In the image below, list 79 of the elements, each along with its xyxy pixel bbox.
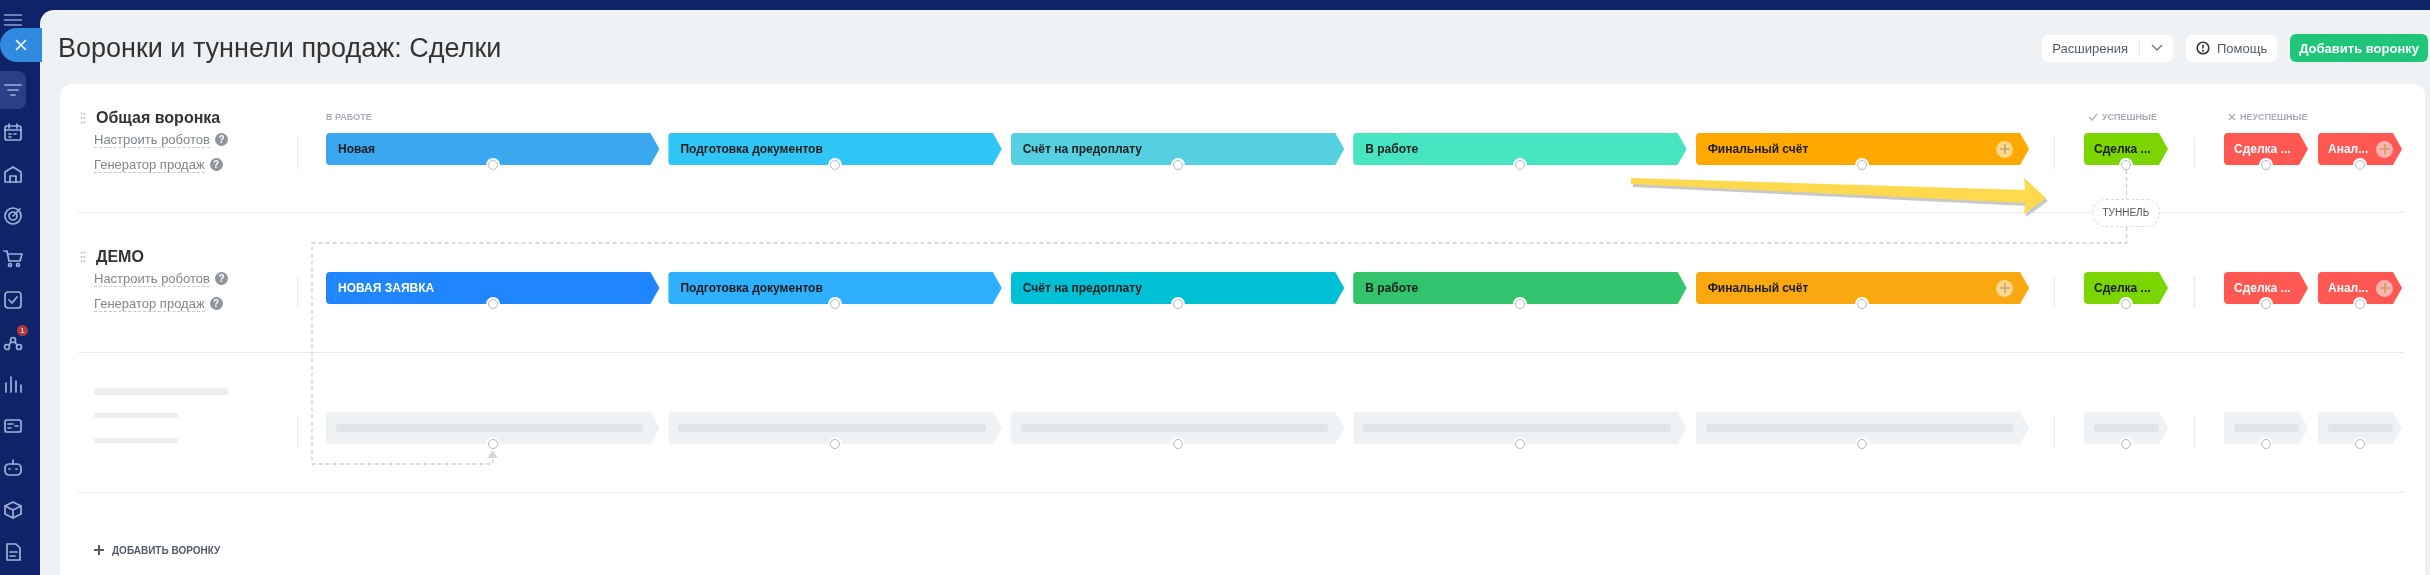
add-stage-button[interactable] bbox=[2376, 140, 2393, 158]
stage-handle[interactable] bbox=[830, 299, 841, 309]
funnel-stage[interactable]: Подготовка документов bbox=[668, 133, 1002, 165]
funnel-stage[interactable]: Финальный счёт bbox=[1695, 272, 2030, 304]
sidebar-item[interactable]: 1 bbox=[0, 323, 26, 361]
stage-handle[interactable] bbox=[2355, 299, 2365, 309]
add-funnel-link[interactable]: ДОБАВИТЬ ВОРОНКУ bbox=[94, 544, 221, 556]
stage-handle[interactable] bbox=[2355, 439, 2365, 449]
stage-handle[interactable] bbox=[1857, 160, 1868, 170]
robot-icon bbox=[2, 457, 24, 479]
funnel-stage[interactable]: Подготовка документов bbox=[668, 272, 1002, 304]
cross-icon bbox=[2228, 113, 2236, 121]
stage-handle[interactable] bbox=[487, 439, 498, 449]
stage-handle[interactable] bbox=[1172, 299, 1183, 309]
plus-icon bbox=[2379, 144, 2390, 154]
help-button[interactable]: Помощь bbox=[2185, 34, 2278, 62]
group-label: УСПЕШНЫЕ bbox=[2102, 112, 2157, 122]
chevron-down-icon bbox=[2150, 44, 2163, 52]
target-icon bbox=[2, 205, 24, 227]
stage-handle[interactable] bbox=[487, 299, 498, 309]
checkbox-icon bbox=[2, 289, 24, 311]
stage-handle[interactable] bbox=[1172, 160, 1183, 170]
funnel-stage[interactable]: Новая bbox=[326, 133, 660, 165]
group-label: В РАБОТЕ bbox=[326, 112, 372, 122]
settings-link[interactable]: Настроить роботов bbox=[94, 131, 210, 148]
funnel-stage[interactable]: НОВАЯ ЗАЯВКА bbox=[326, 272, 660, 304]
stage-handle[interactable] bbox=[2121, 439, 2131, 449]
funnel-stage[interactable]: В работе bbox=[1353, 272, 1687, 304]
funnel-stage[interactable]: Счёт на предоплату bbox=[1010, 133, 1345, 165]
add-stage-button[interactable] bbox=[1996, 140, 2014, 158]
funnel-stage[interactable]: В работе bbox=[1353, 133, 1687, 165]
stage-handle[interactable] bbox=[2355, 160, 2365, 170]
info-icon bbox=[2195, 41, 2210, 55]
settings-link[interactable]: Генератор продаж bbox=[94, 295, 205, 312]
store-icon bbox=[2, 163, 24, 185]
cart-icon bbox=[2, 247, 24, 269]
stage-handle[interactable] bbox=[1857, 299, 1868, 309]
stage-handle[interactable] bbox=[2261, 299, 2271, 309]
stage-handle[interactable] bbox=[1172, 439, 1183, 449]
funnel-name: Общая воронка bbox=[96, 109, 221, 127]
funnel-stage[interactable]: Сделка ... bbox=[2084, 133, 2168, 165]
settings-link[interactable]: Генератор продаж bbox=[94, 156, 205, 173]
page-title: Воронки и туннели продаж: Сделки bbox=[58, 32, 502, 65]
menu-icon[interactable] bbox=[2, 12, 24, 28]
settings-link[interactable]: Настроить роботов bbox=[94, 270, 210, 287]
tunnel-label[interactable]: ТУННЕЛЬ bbox=[2091, 199, 2161, 227]
stage-handle[interactable] bbox=[2121, 160, 2131, 170]
stage-handle[interactable] bbox=[1857, 439, 1868, 449]
stage-handle[interactable] bbox=[1514, 160, 1525, 170]
funnel-name: ДЕМО bbox=[96, 248, 144, 266]
close-icon bbox=[15, 39, 27, 51]
stage-handle[interactable] bbox=[1514, 299, 1525, 309]
sidebar-item[interactable] bbox=[0, 71, 26, 109]
box-icon bbox=[2, 499, 24, 521]
drag-handle-icon[interactable] bbox=[80, 251, 86, 263]
notification-badge: 1 bbox=[17, 325, 28, 336]
add-stage-button[interactable] bbox=[1996, 279, 2014, 297]
stage-handle[interactable] bbox=[830, 439, 841, 449]
extensions-dropdown[interactable]: Расширения bbox=[2042, 34, 2173, 62]
stage-handle[interactable] bbox=[1514, 439, 1525, 449]
stage-handle[interactable] bbox=[487, 160, 498, 170]
plus-icon bbox=[1999, 283, 2010, 293]
stage-handle[interactable] bbox=[2261, 160, 2271, 170]
check-icon bbox=[2088, 113, 2098, 121]
plus-icon bbox=[2379, 283, 2390, 293]
close-button[interactable] bbox=[0, 28, 42, 62]
plus-icon bbox=[1999, 144, 2010, 154]
drag-handle-icon[interactable] bbox=[80, 112, 86, 124]
funnel-stage[interactable]: Счёт на предоплату bbox=[1010, 272, 1345, 304]
bar-chart-icon bbox=[2, 373, 24, 395]
plus-icon bbox=[94, 545, 104, 555]
add-stage-button[interactable] bbox=[2376, 279, 2393, 297]
funnel-stage[interactable]: Сделка ... bbox=[2084, 272, 2168, 304]
group-label: НЕУСПЕШНЫЕ bbox=[2240, 112, 2308, 122]
calendar-icon bbox=[2, 121, 24, 143]
stage-handle[interactable] bbox=[830, 160, 841, 170]
funnel-stage[interactable]: Финальный счёт bbox=[1695, 133, 2030, 165]
stage-handle[interactable] bbox=[2121, 299, 2131, 309]
stage-handle[interactable] bbox=[2261, 439, 2271, 449]
